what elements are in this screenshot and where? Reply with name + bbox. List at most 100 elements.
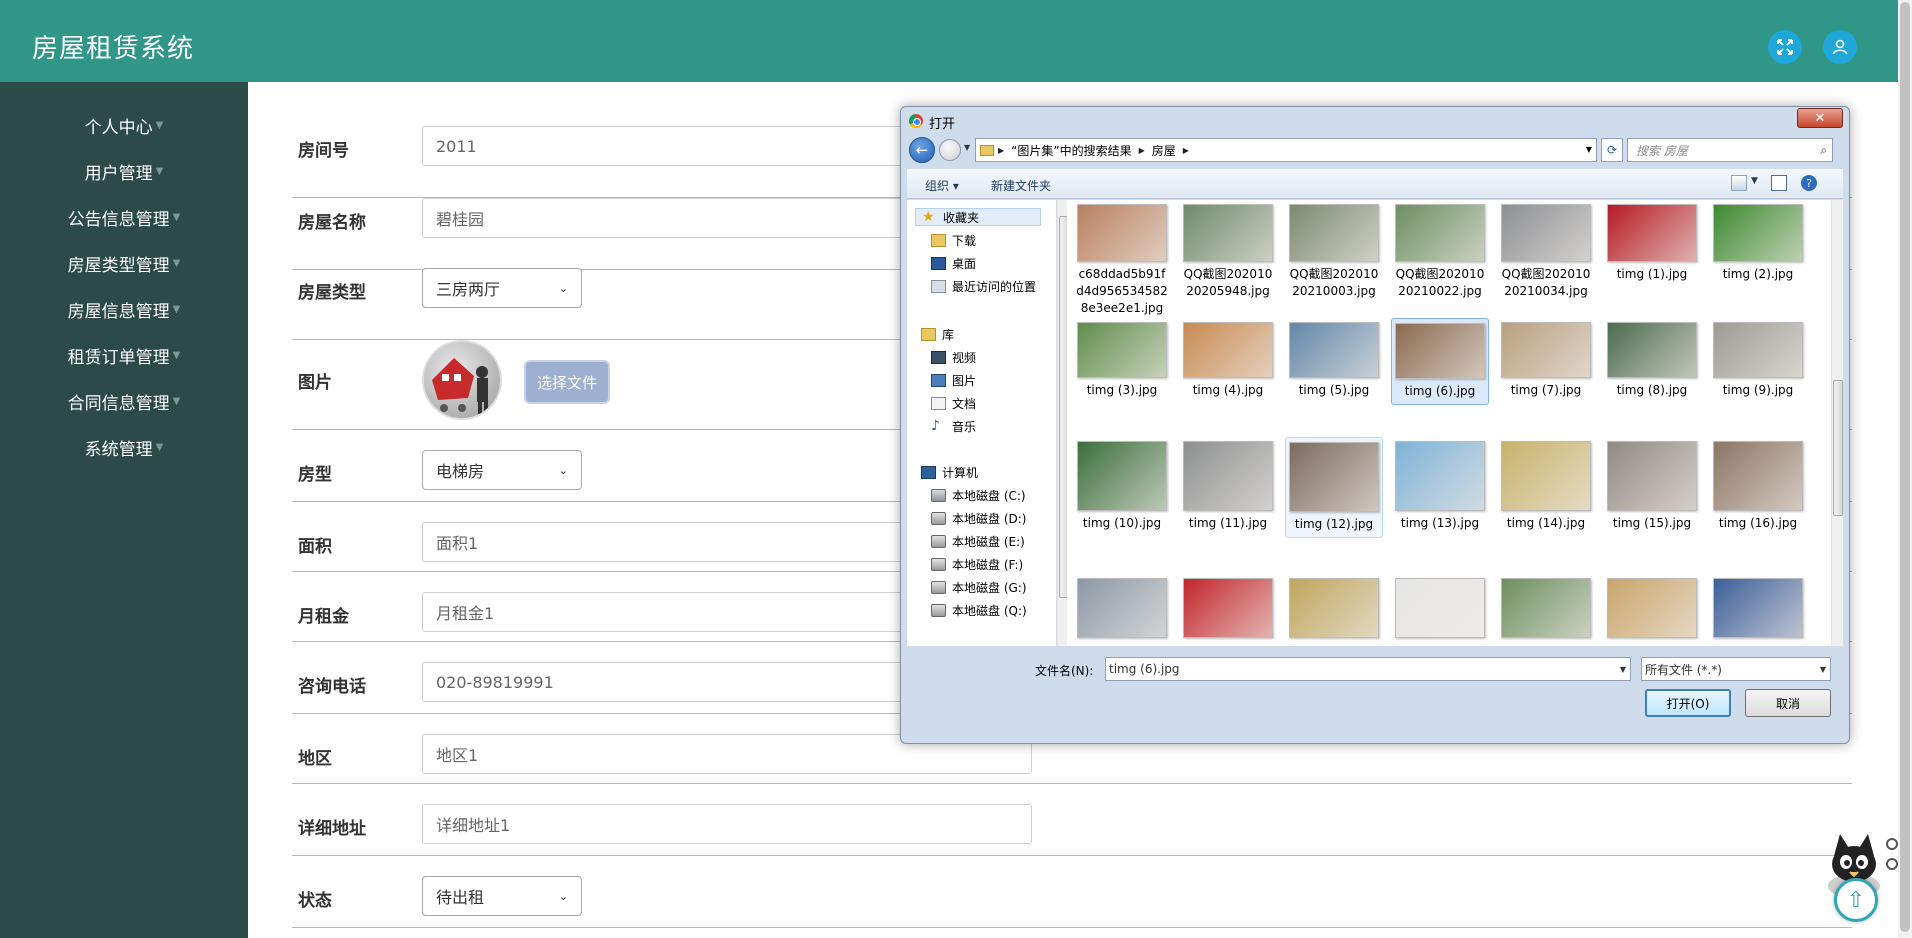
search-input[interactable]: 搜索 房屋 ⌕ [1627, 138, 1833, 162]
file-item[interactable]: c68ddad5b91fd4d9565345828e3ee2e1.jpg [1073, 200, 1171, 321]
sidebar-item-house-types[interactable]: 房屋类型管理 ▼ [0, 240, 248, 286]
nav-item-pictures[interactable]: 图片 [931, 372, 976, 389]
nav-item-label: 图片 [952, 374, 977, 388]
file-item[interactable]: QQ截图20201020210034.jpg [1497, 200, 1595, 304]
file-item[interactable] [1709, 562, 1807, 646]
chevron-down-icon[interactable]: ▼ [1751, 176, 1758, 186]
file-item[interactable]: timg (7).jpg [1497, 318, 1595, 403]
breadcrumb-item[interactable]: 房屋 [1152, 142, 1176, 159]
nav-item-recent[interactable]: 最近访问的位置 [931, 278, 1036, 295]
sidebar-item-label: 用户管理 [84, 163, 153, 184]
file-item[interactable] [1497, 562, 1595, 646]
file-item[interactable]: timg (9).jpg [1709, 318, 1807, 403]
sidebar-item-house-info[interactable]: 房屋信息管理 ▼ [0, 286, 248, 332]
nav-item-favorites[interactable]: ★ 收藏夹 [915, 208, 1041, 226]
file-item[interactable]: timg (10).jpg [1073, 437, 1171, 536]
file-item[interactable]: timg (8).jpg [1603, 318, 1701, 403]
back-to-top-button[interactable]: ⇧ [1834, 878, 1878, 922]
file-thumbnail [1289, 578, 1379, 638]
breadcrumb-separator-icon: ▶ [1138, 145, 1145, 155]
file-item[interactable] [1179, 562, 1277, 646]
page-scrollbar[interactable] [1898, 0, 1912, 938]
sidebar-item-notices[interactable]: 公告信息管理 ▼ [0, 194, 248, 240]
scrollbar-thumb[interactable] [1900, 2, 1910, 932]
downloads-folder-icon [931, 234, 946, 247]
file-name: timg (14).jpg [1506, 516, 1586, 530]
nav-item-drive-c[interactable]: 本地磁盘 (C:) [931, 487, 1026, 504]
nav-item-libraries[interactable]: 库 [921, 326, 954, 343]
file-item[interactable]: QQ截图20201020210022.jpg [1391, 200, 1489, 304]
breadcrumb-item[interactable]: “图片集”中的搜索结果 [1011, 142, 1131, 159]
dialog-close-button[interactable]: ✕ [1797, 108, 1843, 128]
address-bar-row: ← ▼ ▶ “图片集”中的搜索结果 ▶ 房屋 ▶ ▼ ⟳ 搜索 房屋 ⌕ [909, 137, 1843, 165]
file-item[interactable]: timg (3).jpg [1073, 318, 1171, 403]
history-dropdown-icon[interactable]: ▼ [964, 143, 970, 152]
forward-button[interactable] [939, 139, 961, 161]
back-button[interactable]: ← [909, 137, 935, 163]
arrow-up-icon: ⇧ [1846, 887, 1866, 913]
cancel-button[interactable]: 取消 [1745, 689, 1831, 717]
sidebar-item-users[interactable]: 用户管理 ▼ [0, 148, 248, 194]
nav-item-label: 收藏夹 [943, 210, 980, 225]
file-item[interactable]: timg (1).jpg [1603, 200, 1701, 287]
chevron-down-icon: ▼ [1819, 665, 1826, 674]
open-button[interactable]: 打开(O) [1645, 689, 1731, 717]
file-item[interactable]: timg (11).jpg [1179, 437, 1277, 536]
field-label: 房型 [298, 465, 332, 485]
chevron-down-icon[interactable]: ▼ [1586, 145, 1592, 154]
sidebar-item-system[interactable]: 系统管理 ▼ [0, 424, 248, 470]
sidebar-item-contracts[interactable]: 合同信息管理 ▼ [0, 378, 248, 424]
file-item[interactable]: QQ截图20201020210003.jpg [1285, 200, 1383, 304]
organize-menu[interactable]: 组织 ▾ [925, 177, 959, 194]
preview-pane-icon[interactable] [1771, 175, 1787, 191]
file-item[interactable] [1391, 562, 1489, 646]
file-item[interactable]: timg (16).jpg [1709, 437, 1807, 536]
file-item[interactable]: timg (14).jpg [1497, 437, 1595, 536]
chevron-down-icon[interactable]: ▼ [1620, 665, 1626, 674]
file-item[interactable]: timg (4).jpg [1179, 318, 1277, 403]
user-button[interactable] [1823, 30, 1857, 64]
nav-item-documents[interactable]: 文档 [931, 395, 976, 412]
nav-item-drive-d[interactable]: 本地磁盘 (D:) [931, 510, 1026, 527]
nav-item-videos[interactable]: 视频 [931, 349, 976, 366]
file-item[interactable]: QQ截图20201020205948.jpg [1179, 200, 1277, 304]
file-thumbnail [1077, 441, 1167, 511]
filetype-value: 所有文件 (*.*) [1645, 662, 1722, 677]
layout-select[interactable]: 电梯房 ⌄ [422, 450, 582, 490]
sidebar-item-personal[interactable]: 个人中心 ▼ [0, 102, 248, 148]
file-item[interactable]: timg (2).jpg [1709, 200, 1807, 287]
navigation-pane: ★ 收藏夹 下载 桌面 最近访问的位置 库 视频 图片 文档 ♪ 音乐 计算机 本地… [907, 200, 1057, 646]
refresh-button[interactable]: ⟳ [1601, 138, 1623, 162]
nav-item-drive-q[interactable]: 本地磁盘 (Q:) [931, 602, 1027, 619]
nav-item-drive-e[interactable]: 本地磁盘 (E:) [931, 533, 1025, 550]
file-item[interactable]: timg (13).jpg [1391, 437, 1489, 536]
nav-item-downloads[interactable]: 下载 [931, 232, 976, 249]
new-folder-button[interactable]: 新建文件夹 [991, 177, 1051, 194]
file-item[interactable] [1603, 562, 1701, 646]
file-name: QQ截图20201020210034.jpg [1501, 267, 1591, 298]
address-bar[interactable]: ▶ “图片集”中的搜索结果 ▶ 房屋 ▶ ▼ [975, 138, 1597, 162]
nav-item-desktop[interactable]: 桌面 [931, 255, 976, 272]
address-input[interactable]: 详细地址1 [422, 804, 1032, 844]
help-icon[interactable]: ? [1801, 175, 1817, 191]
filename-input[interactable]: timg (6).jpg ▼ [1105, 657, 1631, 681]
nav-item-computer[interactable]: 计算机 [921, 464, 978, 481]
house-type-select[interactable]: 三房两厅 ⌄ [422, 268, 582, 308]
file-item[interactable]: timg (15).jpg [1603, 437, 1701, 536]
status-select[interactable]: 待出租 ⌄ [422, 876, 582, 916]
nav-item-music[interactable]: ♪ 音乐 [931, 418, 976, 435]
fullscreen-button[interactable] [1768, 30, 1802, 64]
file-item[interactable]: timg (5).jpg [1285, 318, 1383, 403]
file-list-scrollbar[interactable] [1831, 200, 1843, 646]
nav-item-drive-f[interactable]: 本地磁盘 (F:) [931, 556, 1023, 573]
choose-file-button[interactable]: 选择文件 [526, 362, 608, 402]
file-item[interactable] [1073, 562, 1171, 646]
view-options-icon[interactable] [1731, 175, 1747, 191]
sidebar-item-orders[interactable]: 租赁订单管理 ▼ [0, 332, 248, 378]
filetype-select[interactable]: 所有文件 (*.*) ▼ [1641, 657, 1831, 681]
scrollbar-thumb[interactable] [1833, 380, 1843, 516]
nav-item-drive-g[interactable]: 本地磁盘 (G:) [931, 579, 1027, 596]
file-item[interactable] [1285, 562, 1383, 646]
file-item[interactable]: timg (6).jpg [1391, 318, 1489, 405]
file-item[interactable]: timg (12).jpg [1285, 437, 1383, 538]
